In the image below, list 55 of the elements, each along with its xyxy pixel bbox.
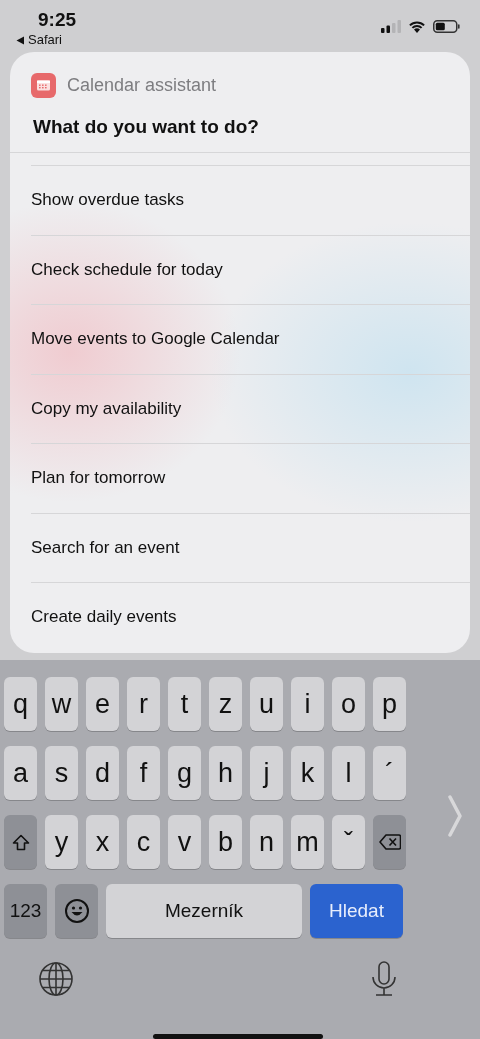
letter-key[interactable]: i <box>291 677 324 731</box>
numbers-key[interactable]: 123 <box>4 884 47 938</box>
letter-key[interactable]: p <box>373 677 406 731</box>
letter-key[interactable]: j <box>250 746 283 800</box>
option-item[interactable]: Copy my availability <box>31 373 470 443</box>
wifi-icon <box>408 20 426 33</box>
smiley-icon <box>63 898 90 924</box>
letter-key[interactable]: u <box>250 677 283 731</box>
globe-icon[interactable] <box>38 961 74 997</box>
battery-icon <box>433 20 460 33</box>
letter-key[interactable]: d <box>86 746 119 800</box>
microphone-icon[interactable] <box>371 961 397 997</box>
option-item[interactable]: Plan for tomorrow <box>31 443 470 513</box>
shift-icon <box>11 833 30 851</box>
letter-key[interactable]: h <box>209 746 242 800</box>
back-icon[interactable] <box>16 35 25 45</box>
letter-key[interactable]: b <box>209 815 242 869</box>
letter-key[interactable]: ´ <box>373 746 406 800</box>
letter-key[interactable]: c <box>127 815 160 869</box>
letter-key[interactable]: e <box>86 677 119 731</box>
back-link[interactable]: Safari <box>28 33 62 47</box>
letter-key[interactable]: o <box>332 677 365 731</box>
letter-key[interactable]: g <box>168 746 201 800</box>
letter-key[interactable]: x <box>86 815 119 869</box>
signal-icon <box>381 20 401 33</box>
calendar-icon <box>31 72 56 98</box>
option-item[interactable]: Show overdue tasks <box>31 165 470 235</box>
letter-key[interactable]: r <box>127 677 160 731</box>
option-item[interactable]: Check schedule for today <box>31 234 470 304</box>
prompt-question: What do you want to do? <box>33 116 260 138</box>
emoji-key[interactable] <box>55 884 98 938</box>
backspace-icon <box>378 834 401 850</box>
letter-key[interactable]: w <box>45 677 78 731</box>
space-key[interactable]: Mezerník <box>106 884 302 938</box>
letter-key[interactable]: q <box>4 677 37 731</box>
letter-key[interactable]: k <box>291 746 324 800</box>
option-item[interactable]: Move events to Google Calendar <box>31 304 470 374</box>
option-item[interactable]: Create daily events <box>31 582 470 652</box>
letter-key[interactable]: l <box>332 746 365 800</box>
letter-key[interactable]: v <box>168 815 201 869</box>
letter-key[interactable]: f <box>127 746 160 800</box>
letter-key[interactable]: ˇ <box>332 815 365 869</box>
status-time: 9:25 <box>38 10 77 30</box>
app-name: Calendar assistant <box>67 74 217 96</box>
letter-key[interactable]: t <box>168 677 201 731</box>
backspace-key[interactable] <box>373 815 406 869</box>
option-item[interactable]: Search for an event <box>31 512 470 582</box>
letter-key[interactable]: y <box>45 815 78 869</box>
letter-key[interactable]: s <box>45 746 78 800</box>
search-key[interactable]: Hledat <box>310 884 403 938</box>
letter-key[interactable]: m <box>291 815 324 869</box>
letter-key[interactable]: z <box>209 677 242 731</box>
letter-key[interactable]: n <box>250 815 283 869</box>
shift-key[interactable] <box>4 815 37 869</box>
letter-key[interactable]: a <box>4 746 37 800</box>
